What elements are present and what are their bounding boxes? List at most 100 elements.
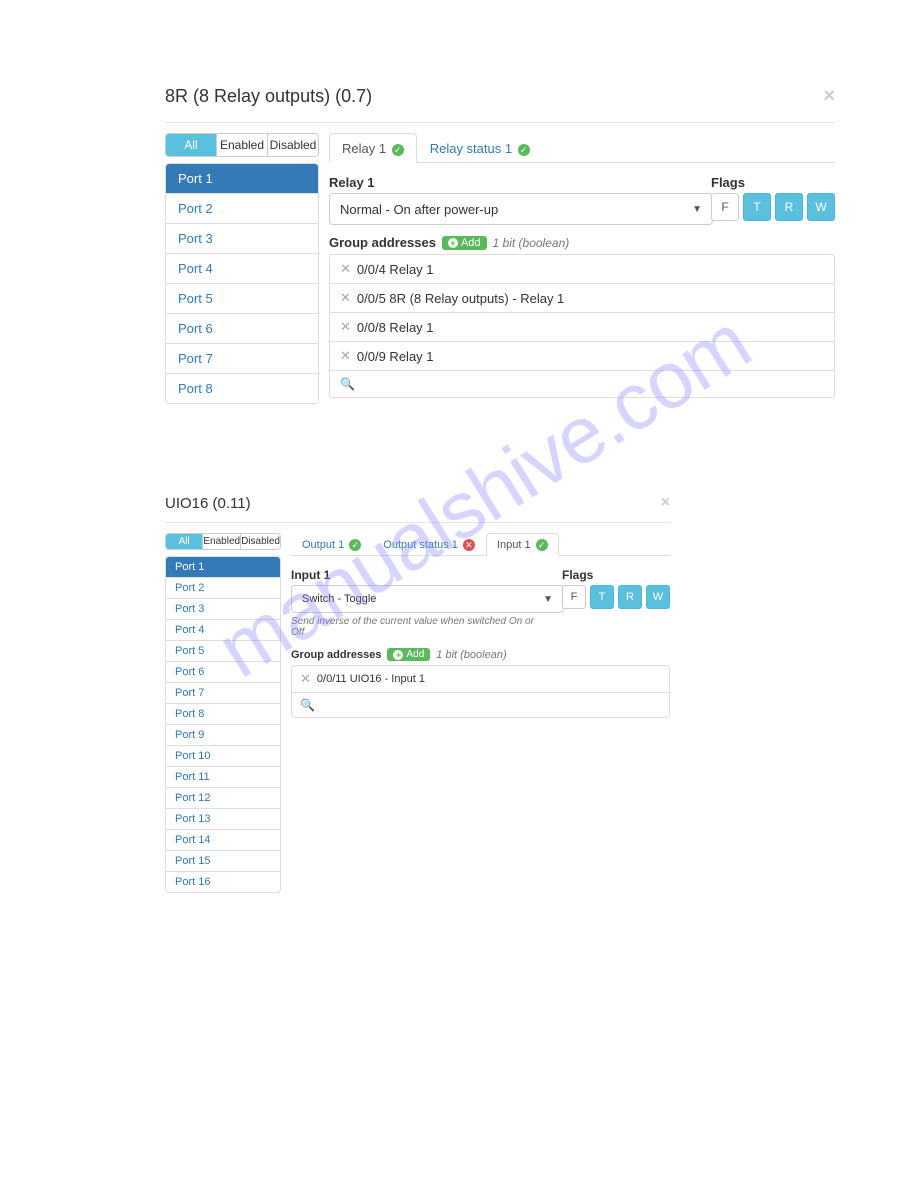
group-address-list: ✕ 0/0/11 UIO16 - Input 1 🔍	[291, 665, 670, 718]
filter-all-button[interactable]: All	[166, 534, 203, 549]
group-address-text: 0/0/8 Relay 1	[357, 320, 434, 335]
flags-group: FTRW	[711, 193, 835, 221]
select-value: Switch - Toggle	[302, 593, 376, 605]
filter-all-button[interactable]: All	[166, 134, 217, 156]
port-item[interactable]: Port 13	[166, 809, 280, 830]
port-item[interactable]: Port 15	[166, 851, 280, 872]
port-item[interactable]: Port 4	[166, 254, 318, 284]
tab[interactable]: Output status 1 ✕	[372, 533, 486, 556]
port-item[interactable]: Port 16	[166, 872, 280, 892]
tab[interactable]: Input 1 ✓	[486, 533, 559, 556]
plus-icon: +	[393, 650, 403, 660]
check-circle-icon: ✓	[349, 539, 361, 551]
add-button[interactable]: + Add	[387, 648, 430, 661]
main-content: Output 1 ✓Output status 1 ✕Input 1 ✓ Inp…	[291, 533, 670, 893]
flag-t-toggle[interactable]: T	[590, 585, 614, 609]
port-item[interactable]: Port 5	[166, 641, 280, 662]
close-icon[interactable]: ×	[823, 85, 835, 108]
group-address-text: 0/0/11 UIO16 - Input 1	[317, 673, 425, 685]
main-content: Relay 1 ✓Relay status 1 ✓ Relay 1 Normal…	[329, 133, 835, 404]
flag-f-toggle[interactable]: F	[562, 585, 586, 609]
remove-icon[interactable]: ✕	[340, 348, 351, 364]
port-item[interactable]: Port 12	[166, 788, 280, 809]
port-item[interactable]: Port 2	[166, 194, 318, 224]
flags-label: Flags	[562, 568, 670, 582]
flag-t-toggle[interactable]: T	[743, 193, 771, 221]
close-icon[interactable]: ×	[661, 494, 670, 512]
port-list: Port 1Port 2Port 3Port 4Port 5Port 6Port…	[165, 163, 319, 404]
filter-enabled-button[interactable]: Enabled	[217, 134, 268, 156]
check-circle-icon: ✓	[518, 144, 530, 156]
flag-w-toggle[interactable]: W	[646, 585, 670, 609]
remove-icon[interactable]: ✕	[300, 671, 311, 687]
port-item[interactable]: Port 7	[166, 683, 280, 704]
group-address-search[interactable]: 🔍	[292, 693, 669, 717]
group-addresses-label: Group addresses	[291, 649, 381, 661]
port-item[interactable]: Port 8	[166, 704, 280, 725]
group-address-item: ✕ 0/0/8 Relay 1	[330, 313, 834, 342]
tab-label: Relay status 1	[430, 141, 516, 156]
group-address-item: ✕ 0/0/11 UIO16 - Input 1	[292, 666, 669, 693]
port-item[interactable]: Port 6	[166, 314, 318, 344]
tab[interactable]: Relay status 1 ✓	[417, 133, 543, 163]
flag-f-toggle[interactable]: F	[711, 193, 739, 221]
plus-icon: +	[448, 238, 458, 248]
sidebar: All Enabled Disabled Port 1Port 2Port 3P…	[165, 133, 319, 404]
error-circle-icon: ✕	[463, 539, 475, 551]
group-address-item: ✕0/0/9 Relay 1	[330, 342, 834, 371]
port-list: Port 1Port 2Port 3Port 4Port 5Port 6Port…	[165, 556, 281, 893]
sidebar: All Enabled Disabled Port 1Port 2Port 3P…	[165, 533, 281, 893]
add-button-label: Add	[461, 237, 481, 249]
tabs: Output 1 ✓Output status 1 ✕Input 1 ✓	[291, 533, 670, 556]
panel-title: UIO16 (0.11)	[165, 495, 251, 512]
check-circle-icon: ✓	[536, 539, 548, 551]
filter-enabled-button[interactable]: Enabled	[203, 534, 241, 549]
group-address-item: ✕0/0/4 Relay 1	[330, 255, 834, 284]
port-item[interactable]: Port 4	[166, 620, 280, 641]
flags-group: FTRW	[562, 585, 670, 609]
mode-select[interactable]: Switch - Toggle ▼	[291, 585, 564, 613]
add-button[interactable]: + Add	[442, 236, 487, 250]
remove-icon[interactable]: ✕	[340, 261, 351, 277]
port-item[interactable]: Port 8	[166, 374, 318, 403]
remove-icon[interactable]: ✕	[340, 290, 351, 306]
chevron-down-icon: ▼	[692, 204, 702, 215]
port-item[interactable]: Port 7	[166, 344, 318, 374]
mode-select[interactable]: Normal - On after power-up ▼	[329, 193, 713, 225]
chevron-down-icon: ▼	[543, 594, 553, 605]
flag-w-toggle[interactable]: W	[807, 193, 835, 221]
panel-uio16: UIO16 (0.11) × All Enabled Disabled Port…	[165, 484, 670, 893]
group-address-search[interactable]: 🔍	[330, 371, 834, 397]
filter-button-group: All Enabled Disabled	[165, 133, 319, 157]
port-item[interactable]: Port 9	[166, 725, 280, 746]
add-button-label: Add	[406, 649, 424, 660]
port-item[interactable]: Port 10	[166, 746, 280, 767]
port-item[interactable]: Port 6	[166, 662, 280, 683]
tab[interactable]: Relay 1 ✓	[329, 133, 417, 163]
port-item[interactable]: Port 5	[166, 284, 318, 314]
panel-title: 8R (8 Relay outputs) (0.7)	[165, 86, 372, 107]
search-icon: 🔍	[300, 698, 315, 712]
group-address-text: 0/0/5 8R (8 Relay outputs) - Relay 1	[357, 291, 564, 306]
group-addresses-label: Group addresses	[329, 235, 436, 250]
flag-r-toggle[interactable]: R	[775, 193, 803, 221]
select-value: Normal - On after power-up	[340, 202, 498, 217]
search-icon: 🔍	[340, 377, 355, 391]
port-item[interactable]: Port 14	[166, 830, 280, 851]
field-label: Relay 1	[329, 175, 691, 190]
tab-label: Input 1	[497, 539, 534, 551]
port-item[interactable]: Port 1	[166, 164, 318, 194]
port-item[interactable]: Port 2	[166, 578, 280, 599]
filter-disabled-button[interactable]: Disabled	[241, 534, 280, 549]
field-label: Input 1	[291, 568, 542, 582]
port-item[interactable]: Port 11	[166, 767, 280, 788]
port-item[interactable]: Port 3	[166, 599, 280, 620]
flag-r-toggle[interactable]: R	[618, 585, 642, 609]
filter-button-group: All Enabled Disabled	[165, 533, 281, 550]
group-address-item: ✕ 0/0/5 8R (8 Relay outputs) - Relay 1	[330, 284, 834, 313]
filter-disabled-button[interactable]: Disabled	[268, 134, 318, 156]
tab[interactable]: Output 1 ✓	[291, 533, 372, 556]
port-item[interactable]: Port 3	[166, 224, 318, 254]
remove-icon[interactable]: ✕	[340, 319, 351, 335]
port-item[interactable]: Port 1	[166, 557, 280, 578]
